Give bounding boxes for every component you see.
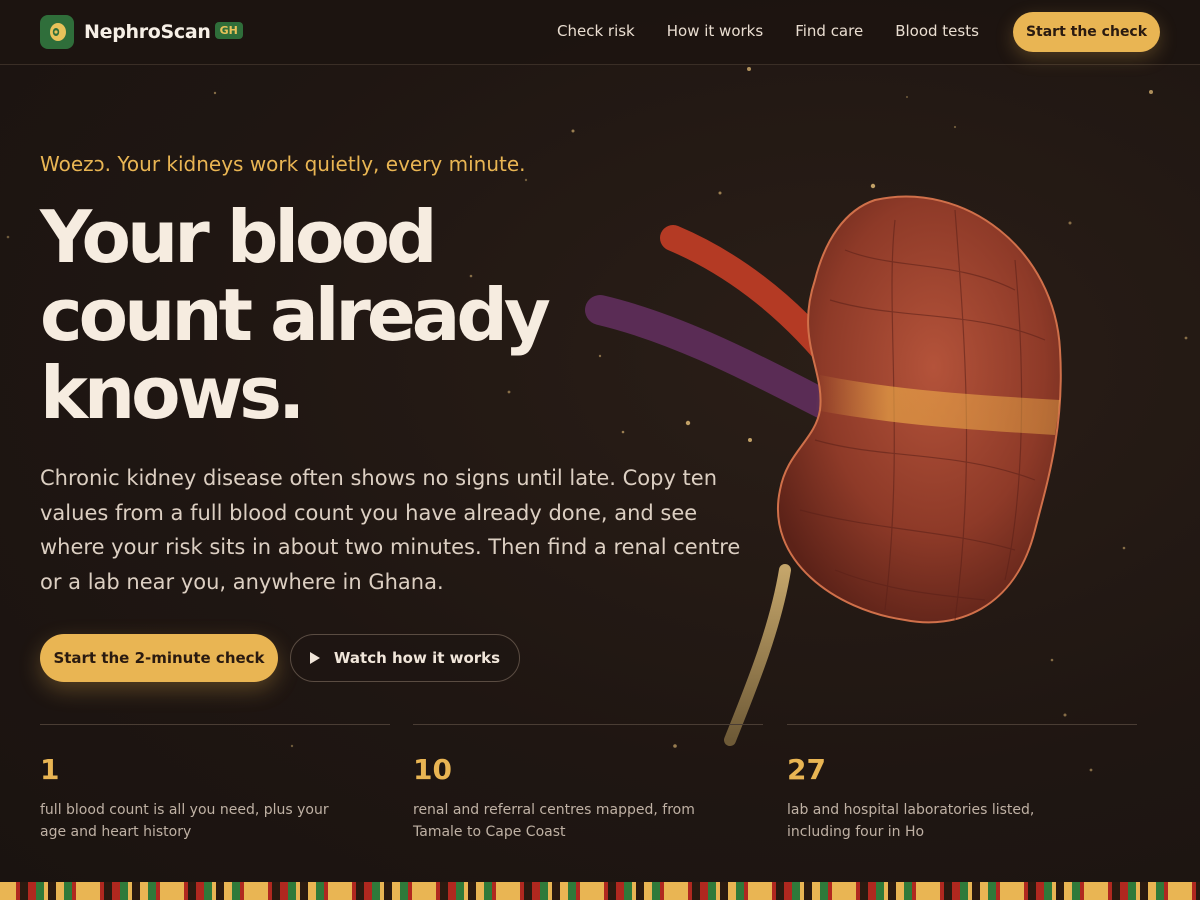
start-check-button[interactable]: Start the check xyxy=(1013,12,1160,52)
stat-block-laboratories: 27 lab and hospital laboratories listed,… xyxy=(787,724,1137,840)
watch-how-it-works-button[interactable]: Watch how it works xyxy=(290,634,520,682)
nav-find-care[interactable]: Find care xyxy=(795,22,863,40)
hero-intro: Chronic kidney disease often shows no si… xyxy=(40,466,741,594)
stat-value: 1 xyxy=(40,753,60,786)
watch-button-label: Watch how it works xyxy=(333,649,501,667)
hero-headline: Your blood count already knows. xyxy=(40,195,551,435)
stat-block-blood-count: 1 full blood count is all you need, plus… xyxy=(40,724,390,840)
play-icon xyxy=(309,652,320,664)
brand-logo-link[interactable]: NephroScan GH xyxy=(40,15,243,49)
stat-value: 10 xyxy=(413,753,452,786)
stat-description: full blood count is all you need, plus y… xyxy=(40,802,329,840)
country-badge: GH xyxy=(214,21,243,39)
nav-how-it-works[interactable]: How it works xyxy=(667,22,763,40)
kidney-logo-icon xyxy=(40,15,74,49)
stat-block-renal-centres: 10 renal and referral centres mapped, fr… xyxy=(413,724,763,840)
stat-value: 27 xyxy=(787,753,826,786)
nav-check-risk[interactable]: Check risk xyxy=(557,22,635,40)
main-nav: Check risk How it works Find care Blood … xyxy=(557,22,1011,40)
hero-kicker: Woezɔ. Your kidneys work quietly, every … xyxy=(40,152,526,176)
nav-blood-tests[interactable]: Blood tests xyxy=(895,22,979,40)
stat-description: renal and referral centres mapped, from … xyxy=(413,802,695,840)
site-header: NephroScan GH Check risk How it works Fi… xyxy=(0,0,1200,65)
kente-pattern-stripe xyxy=(0,882,1200,900)
brand-name: NephroScan xyxy=(84,21,211,43)
start-2-minute-check-button[interactable]: Start the 2-minute check xyxy=(40,634,278,682)
stat-description: lab and hospital laboratories listed, in… xyxy=(787,802,1035,840)
